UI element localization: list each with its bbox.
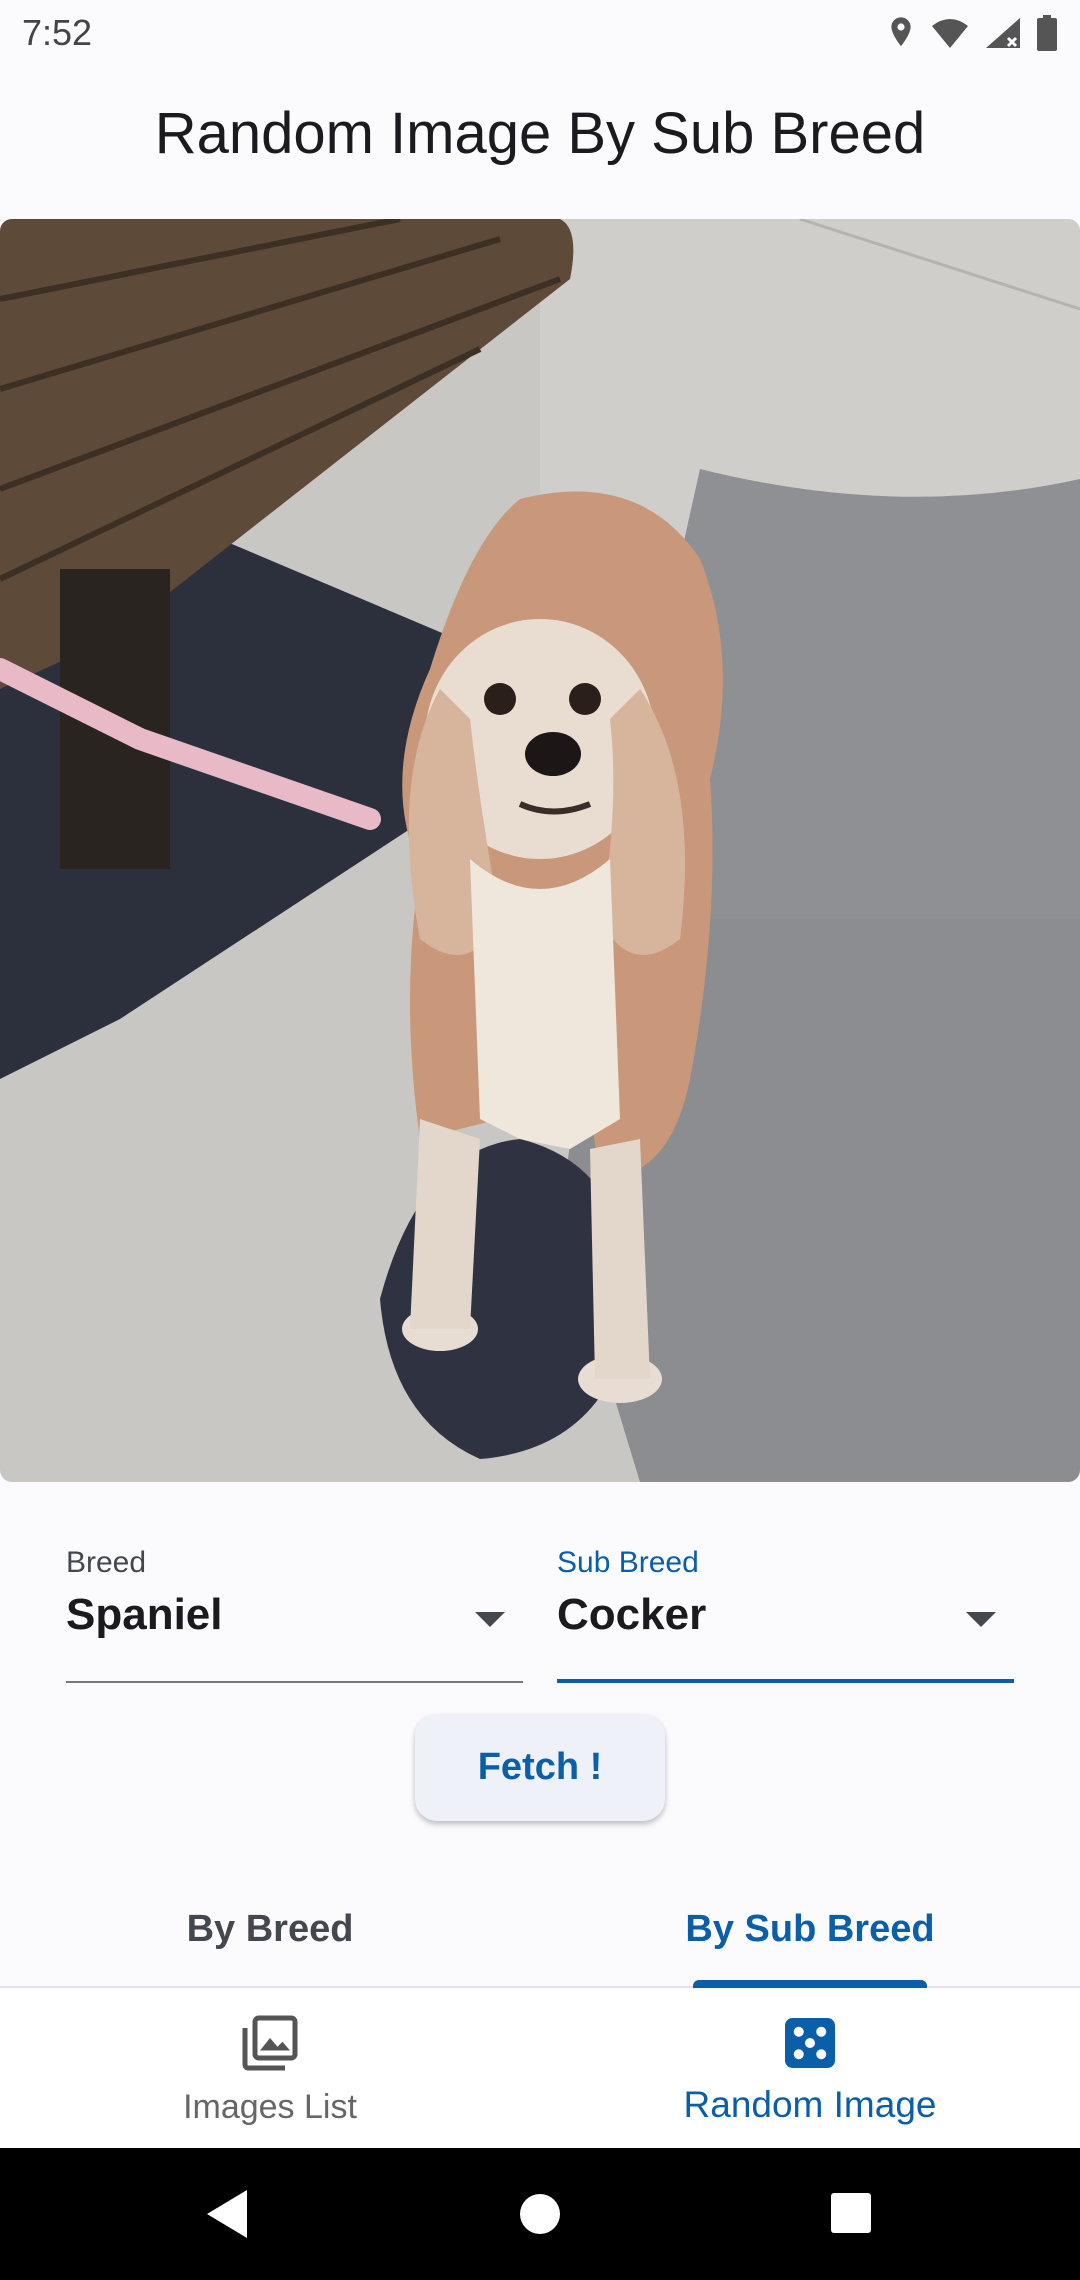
battery-icon [1037, 15, 1057, 51]
nav-item-random-image[interactable]: Random Image [540, 1990, 1080, 2148]
nav-label-random-image: Random Image [683, 2084, 937, 2125]
sub-breed-label: Sub Breed [557, 1546, 699, 1579]
image-gallery-icon [242, 2015, 298, 2071]
recents-icon[interactable] [829, 2188, 873, 2240]
status-icons [886, 15, 1058, 51]
nav-label-images-list: Images List [183, 2088, 357, 2126]
sub-breed-dropdown[interactable]: Sub Breed Cocker [557, 1538, 1014, 1683]
dog-photo [0, 219, 1080, 1482]
home-icon[interactable] [519, 2188, 561, 2240]
dice-icon [785, 2018, 835, 2068]
signal-icon [986, 18, 1020, 48]
sub-breed-value: Cocker [557, 1590, 707, 1639]
tab-indicator [693, 1980, 927, 1988]
page-title: Random Image By Sub Breed [154, 101, 926, 166]
breed-dropdown[interactable]: Breed Spaniel [66, 1538, 523, 1683]
chevron-down-icon [475, 1612, 505, 1627]
tab-by-sub-breed[interactable]: By Sub Breed [540, 1870, 1080, 1988]
breed-label: Breed [66, 1546, 147, 1579]
wifi-icon [932, 19, 968, 48]
chevron-down-icon [966, 1612, 996, 1627]
fetch-button[interactable]: Fetch ! [415, 1714, 665, 1821]
location-icon [891, 17, 911, 47]
bottom-navigation: Images List Random Image [0, 1990, 1080, 2148]
tab-bar: By Breed By Sub Breed [0, 1870, 1080, 1988]
status-time: 7:52 [22, 12, 93, 53]
nav-item-images-list[interactable]: Images List [0, 1990, 540, 2148]
breed-value: Spaniel [66, 1590, 223, 1639]
status-bar: 7:52 [0, 0, 1080, 66]
tab-by-breed[interactable]: By Breed [0, 1870, 540, 1988]
back-icon[interactable] [203, 2188, 251, 2240]
system-navigation-bar [0, 2148, 1080, 2280]
